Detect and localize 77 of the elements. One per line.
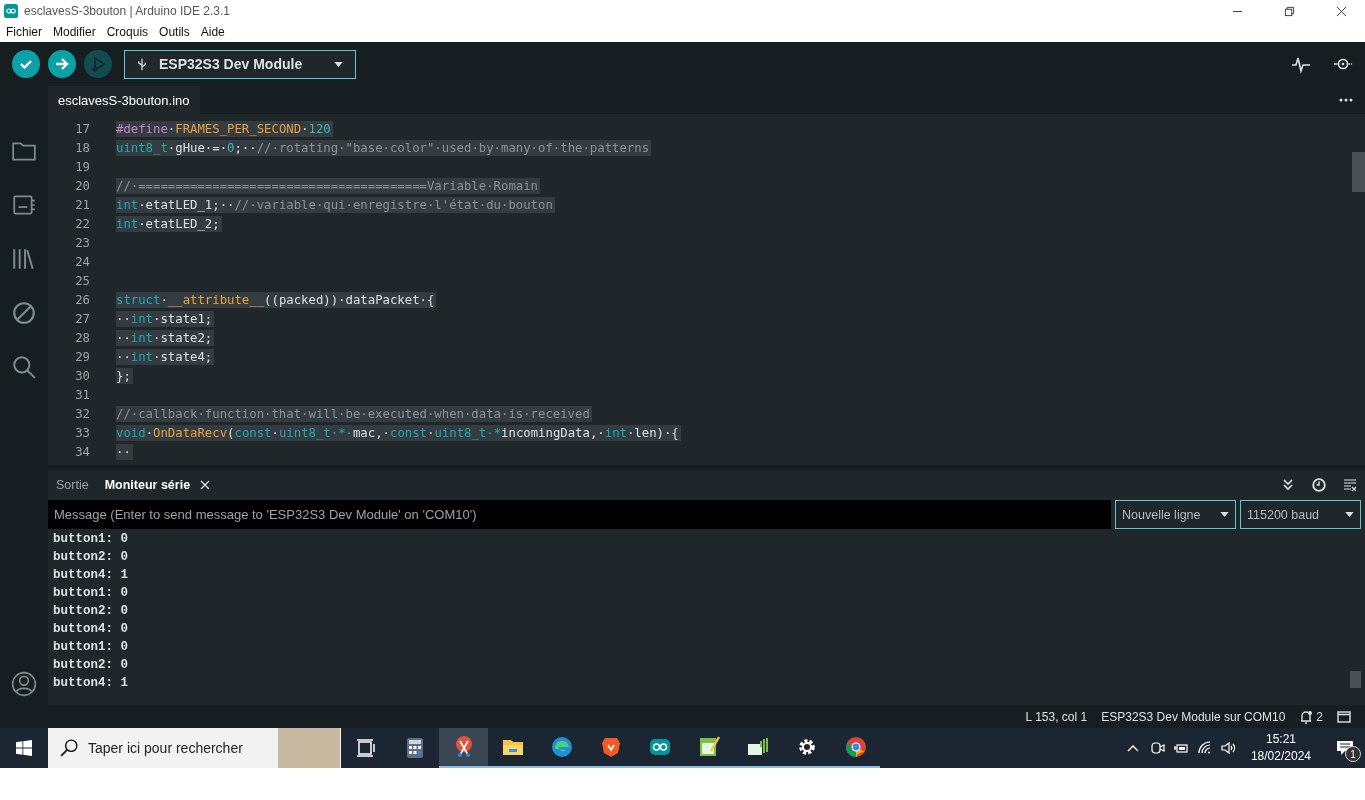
bell-icon[interactable]	[1299, 709, 1314, 724]
volume-icon[interactable]	[1220, 740, 1237, 756]
illustration-placeholder	[278, 728, 340, 768]
notification-badge: 1	[1345, 746, 1361, 762]
clear-output-icon[interactable]	[1343, 478, 1357, 492]
line-number: 24	[74, 254, 91, 269]
line-number: 32	[74, 406, 91, 421]
clock-icon[interactable]	[1312, 478, 1326, 492]
serial-output-line: button4: 1	[53, 567, 129, 584]
chrome-app-icon	[843, 735, 868, 759]
menu-item[interactable]: Outils	[159, 25, 190, 39]
menu-item[interactable]: Modifier	[53, 25, 96, 39]
serial-output-line: button1: 0	[53, 639, 129, 656]
search-icon	[60, 739, 78, 757]
board-port-status: ESP32S3 Dev Module sur COM10	[1101, 709, 1286, 724]
line-number: 34	[74, 444, 91, 459]
scrollbar-thumb[interactable]	[1350, 671, 1361, 688]
notification-count: 2	[1316, 709, 1323, 724]
line-number: 26	[74, 292, 91, 307]
restore-icon[interactable]	[1284, 5, 1295, 17]
line-number: 23	[74, 235, 91, 250]
menu-item[interactable]: Fichier	[6, 25, 42, 39]
serial-output-line: button4: 0	[53, 621, 129, 638]
wifi-icon[interactable]	[1196, 740, 1213, 756]
more-icon[interactable]	[1339, 98, 1353, 102]
serial-output-line: button4: 1	[53, 675, 129, 692]
edge-app-icon	[549, 735, 574, 759]
line-number: 33	[74, 425, 91, 440]
verify-button[interactable]	[12, 50, 40, 78]
profile-icon[interactable]	[11, 671, 37, 697]
app-logo-icon	[4, 4, 18, 18]
line-number: 27	[74, 311, 91, 326]
caret-icon	[1345, 512, 1354, 517]
usb-icon	[137, 56, 147, 72]
line-number: 31	[74, 387, 91, 402]
caret-icon	[1220, 512, 1229, 517]
serial-output-line: button2: 0	[53, 603, 129, 620]
caret-icon	[334, 61, 343, 67]
upload-button[interactable]	[48, 50, 76, 78]
camera-icon[interactable]	[1148, 740, 1165, 756]
cursor-position: L 153, col 1	[1025, 709, 1088, 724]
close-icon[interactable]	[1336, 5, 1347, 17]
panel-tab[interactable]: Sortie	[56, 478, 95, 492]
line-number: 29	[74, 349, 91, 364]
line-number: 30	[74, 368, 91, 383]
panel-toggle-icon[interactable]	[1337, 709, 1351, 724]
board-icon[interactable]	[11, 192, 37, 218]
debug-icon[interactable]	[11, 300, 37, 326]
search-icon[interactable]	[11, 354, 37, 380]
line-number: 17	[74, 121, 91, 136]
search-input[interactable]: Taper ici pour rechercher	[86, 739, 270, 757]
line-number: 20	[74, 178, 91, 193]
clock[interactable]: 15:21 18/02/2024	[1250, 731, 1311, 765]
line-number: 25	[74, 273, 91, 288]
line-ending-dropdown[interactable]: Nouvelle ligne	[1115, 500, 1236, 529]
taskbar-search-field[interactable]: Taper ici pour rechercher	[48, 728, 341, 768]
menu-item[interactable]: Croquis	[106, 25, 149, 39]
file-tab[interactable]: esclavesS-3bouton.ino	[48, 86, 200, 114]
double-chevron-icon[interactable]	[1281, 478, 1295, 492]
baud-rate-dropdown[interactable]: 115200 baud	[1240, 500, 1361, 529]
serial-output-line: button2: 0	[53, 657, 129, 674]
menu-item[interactable]: Aide	[200, 25, 225, 39]
serial-output-line: button1: 0	[53, 585, 129, 602]
serial-output-line: button2: 0	[53, 549, 129, 566]
scrollbar-thumb[interactable]	[1352, 152, 1365, 192]
line-number: 21	[74, 197, 91, 212]
line-number: 22	[74, 216, 91, 231]
snip-taskbar-button[interactable]	[439, 728, 488, 768]
line-number: 28	[74, 330, 91, 345]
serial-output-line: button1: 0	[53, 531, 129, 548]
window-title: esclavesS-3bouton | Arduino IDE 2.3.1	[24, 4, 230, 18]
windows-start-icon[interactable]	[16, 740, 32, 756]
board-selector[interactable]: ESP32S3 Dev Module	[124, 49, 356, 79]
panel-tab[interactable]: Moniteur série	[104, 478, 197, 492]
message-input[interactable]: Message (Enter to send message to 'ESP32S3 Dev Module' on 'COM10')	[48, 500, 1111, 529]
line-number: 19	[74, 159, 91, 174]
line-number: 18	[74, 140, 91, 155]
